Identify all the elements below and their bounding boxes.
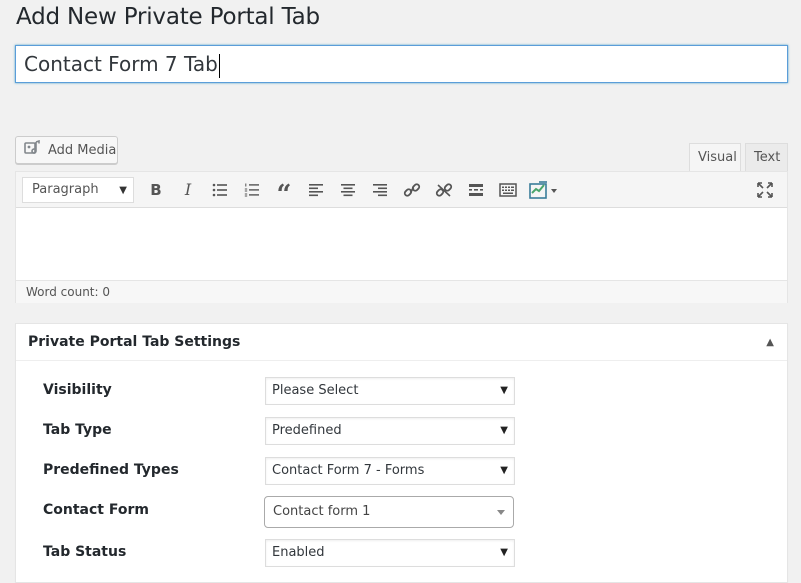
- italic-button[interactable]: I: [172, 175, 204, 205]
- title-input[interactable]: Contact Form 7 Tab: [15, 45, 788, 83]
- tab-type-select[interactable]: Predefined ▼: [265, 417, 515, 445]
- read-more-button[interactable]: [460, 175, 492, 205]
- unlink-icon: [435, 182, 453, 198]
- align-right-button[interactable]: [364, 175, 396, 205]
- blockquote-icon: “: [276, 179, 292, 210]
- add-media-button[interactable]: Add Media: [15, 136, 118, 164]
- numbered-list-icon: [244, 183, 260, 197]
- fullscreen-icon: [757, 182, 773, 198]
- fullscreen-button[interactable]: [749, 175, 781, 205]
- title-input-value: Contact Form 7 Tab: [24, 52, 218, 76]
- align-center-icon: [340, 183, 356, 197]
- chevron-down-icon: ▼: [500, 385, 508, 396]
- tab-status-select-value: Enabled: [272, 545, 325, 560]
- tab-status-select[interactable]: Enabled ▼: [265, 539, 515, 567]
- link-button[interactable]: [396, 175, 428, 205]
- add-media-label: Add Media: [48, 142, 117, 158]
- settings-metabox: Private Portal Tab Settings ▲ Visibility…: [15, 323, 788, 583]
- bulleted-list-icon: [212, 183, 228, 197]
- media-icon: [24, 139, 42, 160]
- blockquote-button[interactable]: “: [268, 175, 300, 210]
- contact-form-select[interactable]: Contact form 1: [264, 496, 514, 528]
- predefined-types-select[interactable]: Contact Form 7 - Forms ▼: [265, 457, 515, 485]
- chevron-down-icon: ▼: [500, 547, 508, 558]
- align-center-button[interactable]: [332, 175, 364, 205]
- format-select[interactable]: Paragraph ▼: [22, 176, 134, 203]
- chevron-down-icon: ▼: [500, 425, 508, 436]
- content-editor: Paragraph ▼ B I “ Word count: 0: [15, 171, 788, 303]
- editor-statusbar: Word count: 0: [16, 280, 787, 303]
- settings-metabox-header[interactable]: Private Portal Tab Settings ▲: [16, 324, 787, 361]
- align-left-button[interactable]: [300, 175, 332, 205]
- editor-content-area[interactable]: [16, 208, 787, 280]
- text-caret: [218, 53, 220, 78]
- settings-metabox-title: Private Portal Tab Settings: [28, 334, 241, 350]
- toolbar-toggle-button[interactable]: [492, 175, 524, 205]
- word-count: Word count: 0: [26, 285, 111, 299]
- bold-button[interactable]: B: [140, 175, 172, 205]
- shortcode-button[interactable]: [524, 175, 564, 205]
- chevron-down-icon: ▼: [119, 184, 127, 196]
- page-title: Add New Private Portal Tab: [16, 4, 320, 30]
- align-right-icon: [372, 183, 388, 197]
- tab-type-label: Tab Type: [43, 422, 112, 438]
- chevron-down-icon: ▼: [500, 465, 508, 476]
- bold-icon: B: [150, 180, 162, 199]
- editor-toolbar: Paragraph ▼ B I “: [16, 172, 787, 208]
- read-more-icon: [468, 183, 484, 197]
- contact-form-label: Contact Form: [43, 502, 149, 518]
- tab-status-label: Tab Status: [43, 544, 127, 560]
- predefined-types-select-value: Contact Form 7 - Forms: [272, 463, 425, 478]
- predefined-types-label: Predefined Types: [43, 462, 179, 478]
- visibility-select-value: Please Select: [272, 383, 359, 398]
- format-select-value: Paragraph: [32, 182, 99, 197]
- contact-form-select-value: Contact form 1: [273, 504, 371, 519]
- tab-text[interactable]: Text: [745, 143, 788, 171]
- bulleted-list-button[interactable]: [204, 175, 236, 205]
- visibility-label: Visibility: [43, 382, 112, 398]
- collapse-toggle-icon[interactable]: ▲: [766, 324, 774, 361]
- chevron-down-icon: [497, 510, 505, 515]
- italic-icon: I: [184, 180, 192, 199]
- unlink-button[interactable]: [428, 175, 460, 205]
- visibility-select[interactable]: Please Select ▼: [265, 377, 515, 405]
- tab-type-select-value: Predefined: [272, 423, 342, 438]
- numbered-list-button[interactable]: [236, 175, 268, 205]
- shortcode-icon: [529, 180, 559, 199]
- tab-visual[interactable]: Visual: [689, 143, 741, 171]
- toolbar-toggle-icon: [499, 182, 517, 197]
- align-left-icon: [308, 183, 324, 197]
- link-icon: [403, 182, 421, 198]
